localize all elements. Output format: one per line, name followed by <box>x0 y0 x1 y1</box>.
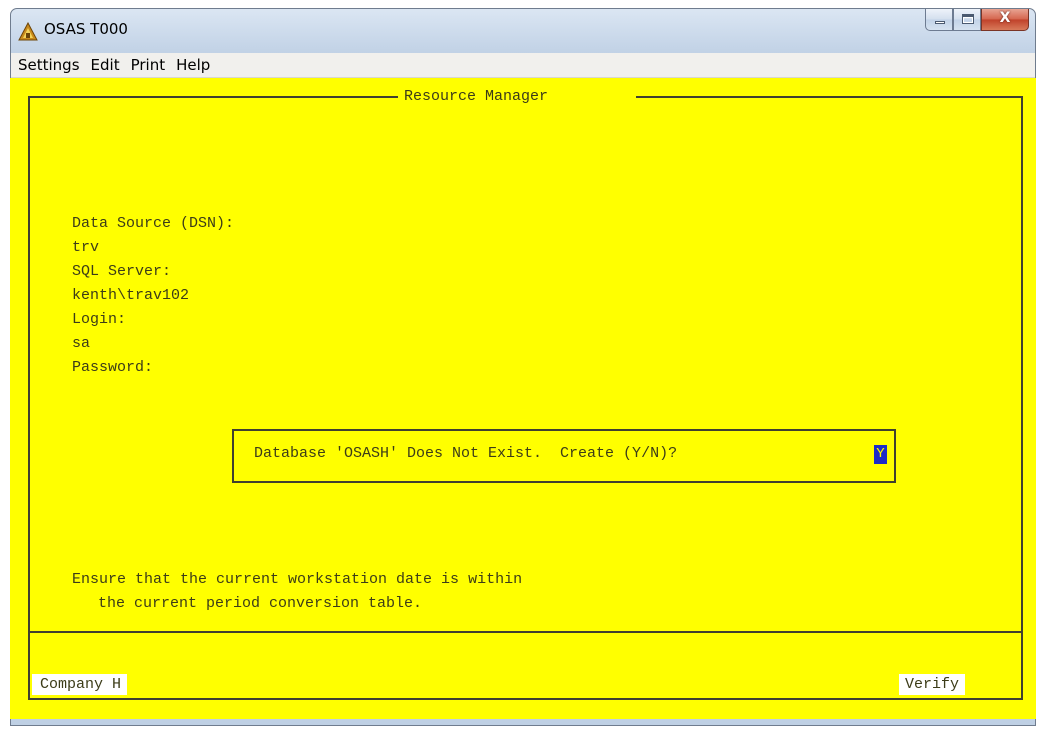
window-title: OSAS T000 <box>44 20 128 38</box>
menu-help[interactable]: Help <box>171 56 216 74</box>
message-line-1: Ensure that the current workstation date… <box>72 571 523 588</box>
sql-server-value: kenth\trav102 <box>72 287 190 304</box>
login-value: sa <box>72 335 91 352</box>
menu-edit[interactable]: Edit <box>86 56 126 74</box>
osas-app-icon <box>18 22 38 41</box>
message-line-2: the current period conversion table. <box>98 595 423 612</box>
frame-top-left-border <box>28 96 398 98</box>
menu-print[interactable]: Print <box>126 56 172 74</box>
yes-no-input[interactable]: Y <box>874 445 887 464</box>
login-label: Login: <box>72 311 127 328</box>
sql-server-label: SQL Server: <box>72 263 172 280</box>
minimize-icon <box>935 21 945 24</box>
menu-bar: Settings Edit Print Help <box>11 53 1035 78</box>
create-database-dialog: Database 'OSASH' Does Not Exist. Create … <box>232 429 896 483</box>
dsn-label: Data Source (DSN): <box>72 215 235 232</box>
mode-indicator: Verify <box>899 674 966 695</box>
close-icon: X <box>999 10 1011 26</box>
maximize-icon <box>962 14 974 24</box>
screen-title: Resource Manager <box>404 88 549 105</box>
frame-divider <box>28 631 1023 633</box>
close-button[interactable]: X <box>981 9 1029 31</box>
title-bar[interactable]: OSAS T000 X <box>11 9 1035 53</box>
terminal-screen[interactable]: Resource Manager Data Source (DSN): trv … <box>10 78 1036 719</box>
dsn-value: trv <box>72 239 100 256</box>
caption-buttons: X <box>925 9 1029 31</box>
menu-settings[interactable]: Settings <box>13 56 86 74</box>
maximize-button[interactable] <box>953 9 981 31</box>
minimize-button[interactable] <box>925 9 953 31</box>
company-indicator: Company H <box>32 674 128 695</box>
dialog-prompt: Database 'OSASH' Does Not Exist. Create … <box>254 445 678 462</box>
frame-top-right-border <box>636 96 1023 98</box>
password-label: Password: <box>72 359 154 376</box>
